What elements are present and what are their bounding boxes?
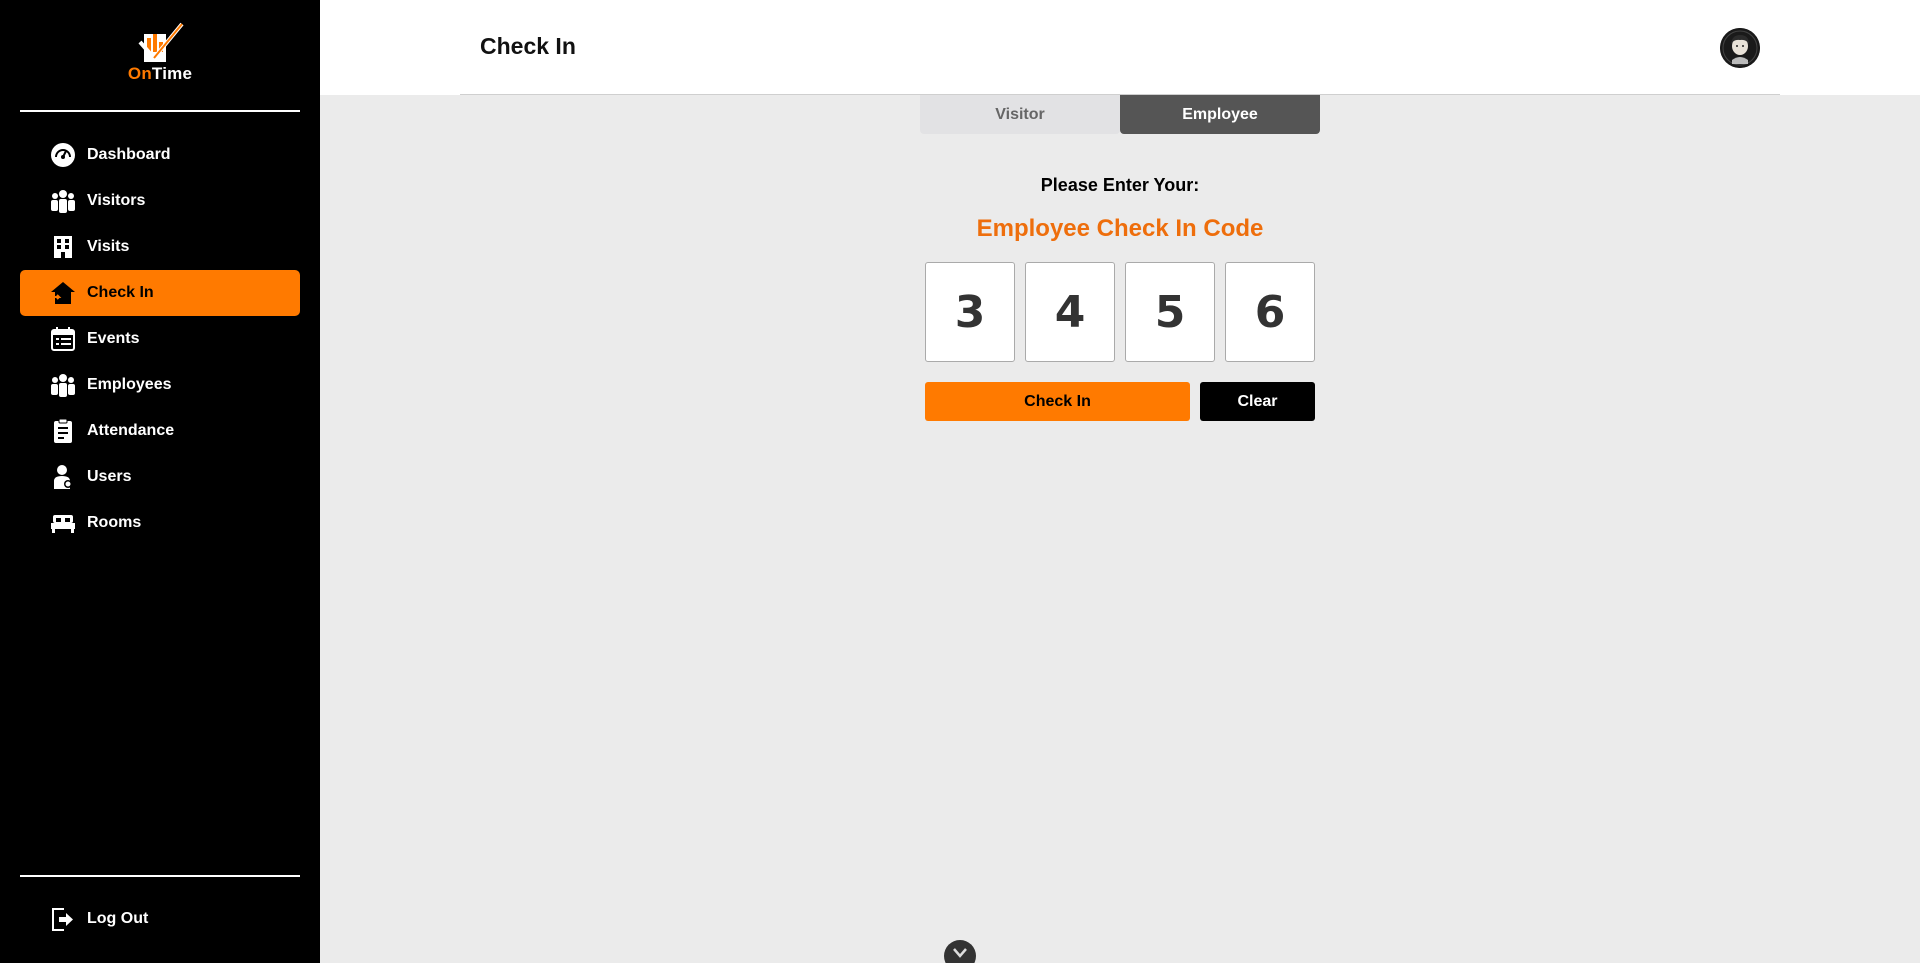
logo-text-time: Time (151, 64, 193, 83)
sidebar-item-visitors[interactable]: Visitors (20, 178, 300, 224)
logo-text: OnTime (118, 64, 202, 84)
sidebar-item-label: Employees (87, 376, 172, 393)
user-avatar[interactable] (1720, 28, 1760, 68)
logo[interactable]: OnTime (118, 20, 202, 86)
clipboard-icon (50, 418, 76, 444)
sidebar-item-visits[interactable]: Visits (20, 224, 300, 270)
scroll-down-button[interactable] (944, 940, 976, 963)
user-gear-icon (50, 464, 76, 490)
check-in-button[interactable]: Check In (925, 382, 1190, 421)
code-digit-input[interactable]: 6 (1225, 262, 1315, 362)
logout-label: Log Out (87, 910, 149, 927)
logout-icon (50, 906, 76, 932)
house-enter-icon (50, 280, 76, 306)
group-icon (50, 188, 76, 214)
clear-button[interactable]: Clear (1200, 382, 1315, 421)
code-digit-input[interactable]: 4 (1025, 262, 1115, 362)
sidebar-item-events[interactable]: Events (20, 316, 300, 362)
enter-prompt: Please Enter Your: (1040, 175, 1200, 195)
sidebar-item-label: Users (87, 468, 132, 485)
code-digit-input[interactable]: 3 (925, 262, 1015, 362)
sidebar-item-label: Check In (87, 284, 154, 301)
sidebar-item-label: Visitors (87, 192, 146, 209)
code-title: Employee Check In Code (976, 215, 1264, 242)
sidebar-item-users[interactable]: Users (20, 454, 300, 500)
sidebar-item-label: Rooms (87, 514, 142, 531)
chevron-down-icon (953, 948, 967, 958)
gauge-icon (50, 142, 76, 168)
code-inputs: 3 4 5 6 (925, 262, 1315, 362)
sidebar-item-dashboard[interactable]: Dashboard (20, 132, 300, 178)
sidebar-nav: Dashboard Visitors Visits Check In Event… (20, 132, 300, 546)
logo-icon (138, 22, 184, 62)
tab-visitor[interactable]: Visitor (920, 95, 1120, 134)
sidebar-item-label: Attendance (87, 422, 175, 439)
code-digit-input[interactable]: 5 (1125, 262, 1215, 362)
sidebar-item-employees[interactable]: Employees (20, 362, 300, 408)
calendar-icon (50, 326, 76, 352)
sidebar-divider-top (20, 110, 300, 112)
tab-employee[interactable]: Employee (1120, 95, 1320, 134)
team-icon (50, 372, 76, 398)
sidebar-item-rooms[interactable]: Rooms (20, 500, 300, 546)
page-title: Check In (480, 33, 576, 59)
sidebar-item-label: Events (87, 330, 140, 347)
sidebar-item-attendance[interactable]: Attendance (20, 408, 300, 454)
sidebar: OnTime Dashboard Visitors Visits Check I… (0, 0, 320, 963)
building-icon (50, 234, 76, 260)
sidebar-item-label: Visits (87, 238, 130, 255)
logo-text-on: On (127, 64, 152, 83)
avatar-icon (1720, 28, 1760, 68)
checkin-tabs: Visitor Employee (920, 95, 1320, 134)
bed-icon (50, 510, 76, 536)
logout-button[interactable]: Log Out (20, 896, 300, 942)
sidebar-divider-bottom (20, 875, 300, 877)
sidebar-item-check-in[interactable]: Check In (20, 270, 300, 316)
sidebar-item-label: Dashboard (87, 146, 171, 163)
